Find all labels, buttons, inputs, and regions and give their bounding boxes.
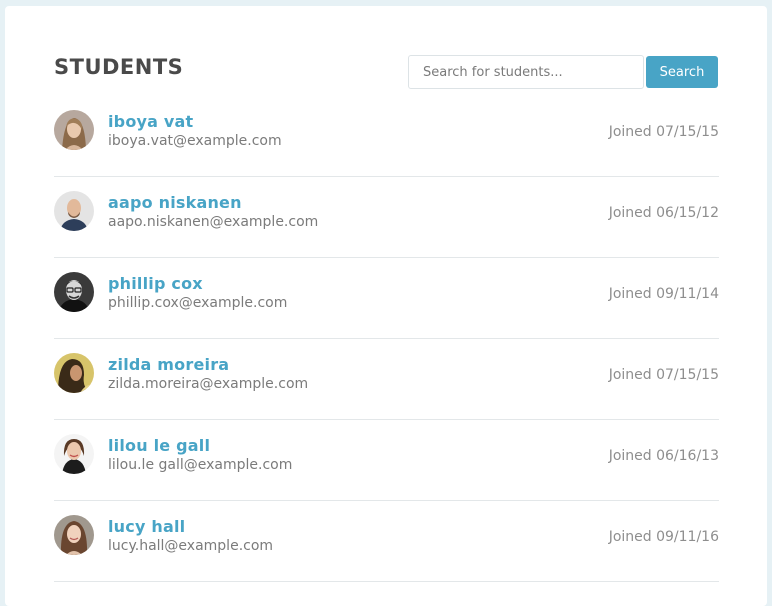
avatar[interactable]	[54, 110, 94, 150]
woman-portrait-avatar-icon	[54, 515, 94, 555]
student-email: aapo.niskanen@example.com	[108, 214, 319, 230]
student-name[interactable]: iboya vat	[108, 112, 193, 132]
joined-date: Joined 07/15/15	[608, 124, 719, 140]
student-row: lilou le gall lilou.le gall@example.com …	[54, 420, 719, 501]
student-email: lilou.le gall@example.com	[108, 457, 293, 473]
student-row: lucy hall lucy.hall@example.com Joined 0…	[54, 501, 719, 582]
woman-portrait-avatar-icon	[54, 110, 94, 150]
joined-date: Joined 06/15/12	[608, 205, 719, 221]
joined-date: Joined 06/16/13	[608, 448, 719, 464]
man-glasses-portrait-avatar-icon	[54, 272, 94, 312]
joined-date: Joined 07/15/15	[608, 367, 719, 383]
student-name[interactable]: phillip cox	[108, 274, 203, 294]
man-portrait-avatar-icon	[54, 191, 94, 231]
student-name[interactable]: aapo niskanen	[108, 193, 242, 213]
avatar[interactable]	[54, 272, 94, 312]
student-row: aapo niskanen aapo.niskanen@example.com …	[54, 177, 719, 258]
student-row: iboya vat iboya.vat@example.com Joined 0…	[54, 96, 719, 177]
joined-date: Joined 09/11/16	[608, 529, 719, 545]
student-email: zilda.moreira@example.com	[108, 376, 309, 392]
woman-portrait-avatar-icon	[54, 353, 94, 393]
avatar[interactable]	[54, 191, 94, 231]
page-title: STUDENTS	[54, 55, 184, 79]
student-row: zilda moreira zilda.moreira@example.com …	[54, 339, 719, 420]
search-button[interactable]: Search	[646, 56, 718, 88]
woman-portrait-avatar-icon	[54, 434, 94, 474]
students-card: STUDENTS Search iboya vat iboya.vat@exam…	[5, 6, 767, 606]
search-input[interactable]	[408, 55, 644, 89]
student-email: iboya.vat@example.com	[108, 133, 282, 149]
student-email: lucy.hall@example.com	[108, 538, 274, 554]
student-name[interactable]: zilda moreira	[108, 355, 229, 375]
students-header: STUDENTS Search	[54, 54, 719, 90]
avatar[interactable]	[54, 434, 94, 474]
joined-date: Joined 09/11/14	[608, 286, 719, 302]
avatar[interactable]	[54, 353, 94, 393]
avatar[interactable]	[54, 515, 94, 555]
student-email: phillip.cox@example.com	[108, 295, 288, 311]
student-name[interactable]: lucy hall	[108, 517, 185, 537]
student-row: phillip cox phillip.cox@example.com Join…	[54, 258, 719, 339]
student-name[interactable]: lilou le gall	[108, 436, 210, 456]
student-list: iboya vat iboya.vat@example.com Joined 0…	[54, 96, 719, 582]
